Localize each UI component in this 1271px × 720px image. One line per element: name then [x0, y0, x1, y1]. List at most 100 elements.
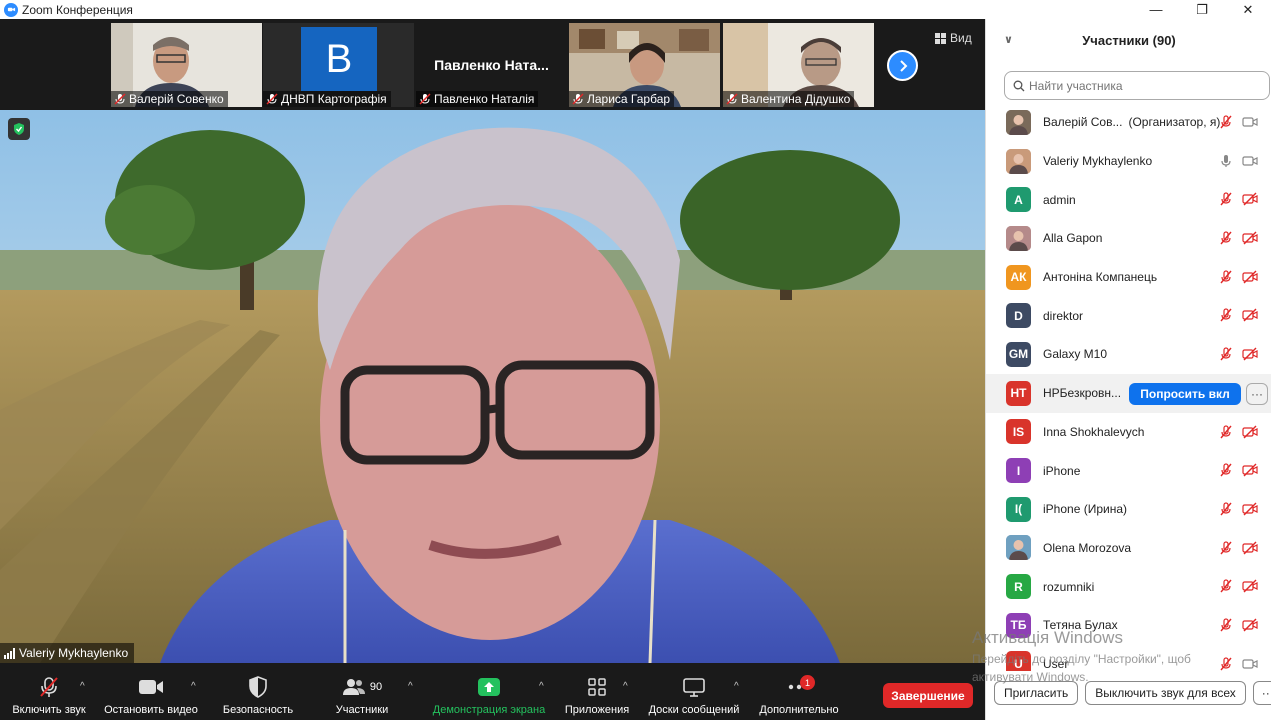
participant-name: Valeriy Mykhaylenko — [1043, 154, 1153, 169]
participant-row[interactable]: Валерій Сов... (Организатор, я) — [986, 103, 1271, 142]
participant-name: User — [1043, 656, 1069, 671]
participants-options-chevron-icon[interactable]: ^ — [408, 681, 413, 692]
participant-search[interactable] — [1004, 71, 1270, 100]
mic-muted-icon — [37, 674, 61, 700]
thumbnail-participant[interactable]: Лариса Гарбар — [569, 23, 720, 107]
video-off-icon — [1242, 308, 1258, 322]
avatar: A — [1006, 187, 1031, 213]
apps-icon — [587, 674, 607, 700]
video-off-icon — [1242, 425, 1258, 438]
participant-list: Валерій Сов... (Организатор, я) Valeriy My… — [986, 103, 1271, 671]
participant-display-name: Павленко Ната... — [434, 57, 549, 73]
end-meeting-button[interactable]: Завершение — [883, 683, 973, 708]
participant-row[interactable]: Ddirektor — [986, 296, 1271, 335]
thumbnail-participant[interactable]: Валерій Совенко — [111, 23, 262, 107]
participant-row[interactable]: АК Антоніна Компанець — [986, 258, 1271, 297]
mic-muted-icon — [726, 93, 738, 105]
thumbnail-participant[interactable]: Валентина Дідушко — [723, 23, 874, 107]
audio-options-chevron-icon[interactable]: ^ — [80, 681, 85, 692]
participant-row[interactable]: GM Galaxy M10 — [986, 335, 1271, 374]
participant-name: rozumniki — [1043, 579, 1095, 594]
participant-row[interactable]: НТ НРБезкровн... Попросить вкл ··· — [986, 373, 1271, 413]
participant-row[interactable]: IS Inna Shokhalevych — [986, 413, 1271, 452]
mic-muted-icon — [1220, 502, 1232, 516]
mic-icon — [1221, 154, 1231, 167]
invite-button[interactable]: Пригласить — [994, 681, 1079, 705]
whiteboard-options-chevron-icon[interactable]: ^ — [734, 681, 739, 692]
avatar: IS — [1006, 419, 1031, 445]
next-page-button[interactable] — [887, 50, 918, 81]
participant-row[interactable]: Rrozumniki — [986, 567, 1271, 606]
view-button[interactable]: Вид — [935, 31, 972, 45]
participants-panel: ∨ Участники (90) Валерій Сов... (Организа… — [985, 19, 1271, 720]
participant-name-tag: Валентина Дідушко — [723, 91, 855, 107]
search-icon — [1013, 80, 1025, 91]
encryption-shield-icon[interactable] — [8, 118, 30, 140]
more-button[interactable]: Дополнительно — [753, 663, 845, 720]
window-controls: — ❐ ✕ — [1133, 0, 1271, 19]
mic-muted-icon — [1220, 347, 1232, 361]
whiteboard-button[interactable]: Доски сообщений — [643, 663, 745, 720]
meeting-area: Валерій Совенко B ДНВП Картографія Павле… — [0, 19, 985, 720]
thumbnail-strip: Валерій Совенко B ДНВП Картографія Павле… — [0, 19, 985, 110]
participant-status-icons — [1218, 617, 1258, 633]
avatar: I — [1006, 458, 1031, 484]
meeting-toolbar: Включить звук ^ Остановить видео ^ Безоп… — [0, 663, 985, 720]
window-title: Zoom Конференция — [22, 2, 133, 17]
video-off-icon — [1242, 579, 1258, 593]
participants-button[interactable]: 90 Участники — [322, 663, 402, 720]
mic-muted-icon — [1220, 657, 1232, 671]
mic-muted-icon — [114, 93, 126, 105]
thumbnail-participant[interactable]: B ДНВП Картографія — [263, 23, 414, 107]
avatar — [1006, 148, 1031, 174]
mic-muted-icon — [1220, 463, 1232, 477]
participant-row[interactable]: Aadmin — [986, 180, 1271, 219]
participant-name: Galaxy M10 — [1043, 347, 1108, 362]
participant-row[interactable]: U User — [986, 645, 1271, 671]
share-options-chevron-icon[interactable]: ^ — [539, 681, 544, 692]
mic-muted-icon — [419, 93, 431, 105]
participant-status-icons — [1218, 269, 1258, 285]
stop-video-button[interactable]: Остановить видео — [100, 663, 202, 720]
search-input[interactable] — [1029, 78, 1259, 93]
zoom-app: Zoom Конференция — ❐ ✕ Валерій Совенко B… — [0, 0, 1271, 720]
participant-name: iPhone — [1043, 463, 1081, 478]
participant-name-tag: Валерій Совенко — [111, 91, 228, 107]
participant-row[interactable]: Olena Morozova — [986, 529, 1271, 568]
participant-row[interactable]: ТБ Тетяна Булах — [986, 606, 1271, 645]
collapse-chevron-down-icon[interactable]: ∨ — [1004, 33, 1013, 46]
participants-count: 90 — [369, 681, 383, 693]
participant-name: Alla Gapon — [1043, 231, 1103, 246]
panel-more-button[interactable]: ··· — [1252, 681, 1271, 705]
participant-name-tag: Лариса Гарбар — [569, 91, 675, 107]
thumbnail-participant[interactable]: Павленко Ната... Павленко Наталія — [416, 23, 567, 107]
mute-all-button[interactable]: Выключить звук для всех — [1085, 681, 1246, 705]
minimize-button[interactable]: — — [1133, 0, 1179, 19]
security-button[interactable]: Безопасность — [218, 663, 298, 720]
video-off-icon — [1242, 192, 1258, 206]
avatar: U — [1006, 651, 1031, 671]
ask-to-unmute-button[interactable]: Попросить вкл — [1129, 382, 1241, 405]
video-camera-icon — [138, 674, 164, 700]
panel-header: ∨ Участники (90) — [986, 19, 1271, 61]
mic-muted-icon — [1220, 192, 1232, 206]
apps-options-chevron-icon[interactable]: ^ — [623, 681, 628, 692]
participants-icon: 90 — [342, 674, 382, 700]
participant-more-button[interactable]: ··· — [1246, 382, 1268, 405]
mic-muted-icon — [1220, 270, 1232, 284]
speaker-video-frame — [0, 110, 985, 663]
avatar: АК — [1006, 264, 1031, 290]
maximize-button[interactable]: ❐ — [1179, 0, 1225, 19]
participant-row[interactable]: IiPhone — [986, 451, 1271, 490]
mic-muted-icon — [1220, 231, 1232, 245]
participant-row[interactable]: Valeriy Mykhaylenko — [986, 142, 1271, 181]
close-button[interactable]: ✕ — [1225, 0, 1271, 19]
video-camera-icon — [1242, 117, 1258, 127]
avatar: ТБ — [1006, 612, 1031, 638]
video-options-chevron-icon[interactable]: ^ — [191, 681, 196, 692]
participant-row[interactable]: I(iPhone (Ирина) — [986, 490, 1271, 529]
share-screen-button[interactable]: Демонстрация экрана — [428, 663, 550, 720]
zoom-logo-icon — [4, 2, 18, 17]
participant-status-icons — [1218, 191, 1258, 207]
participant-row[interactable]: Alla Gapon — [986, 219, 1271, 258]
